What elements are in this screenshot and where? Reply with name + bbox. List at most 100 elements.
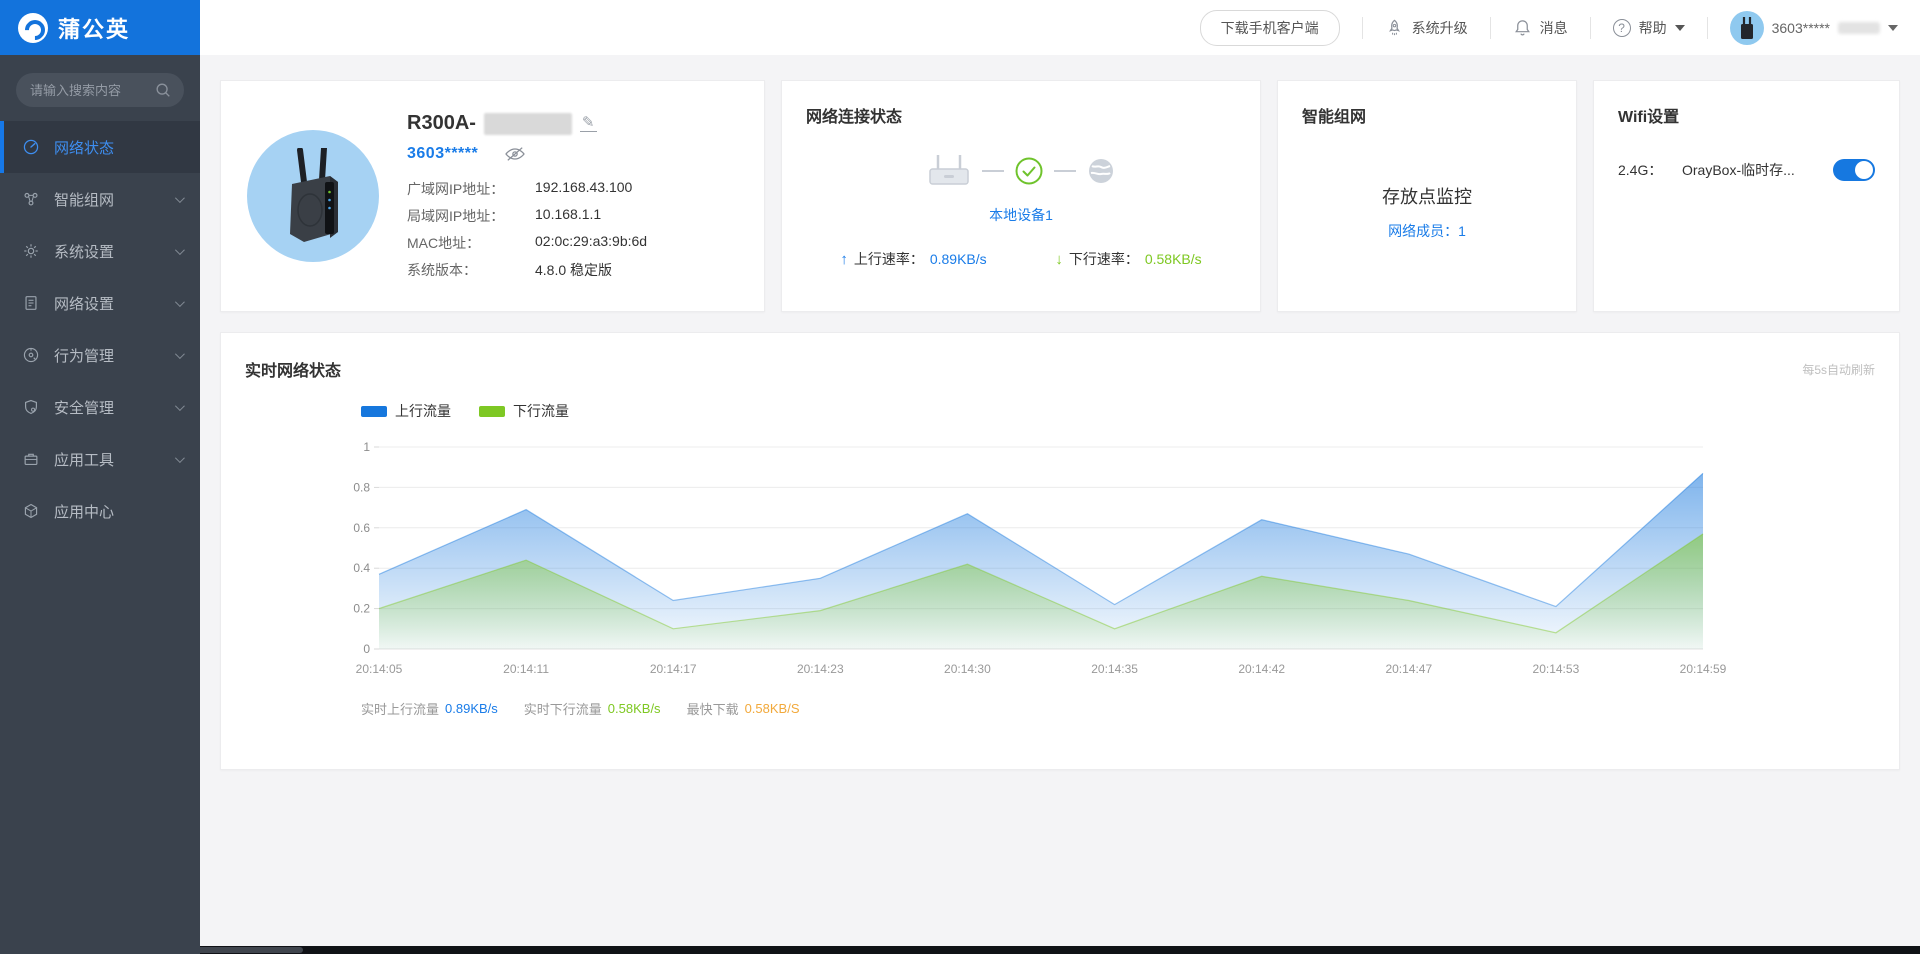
svg-text:0.8: 0.8 [353, 480, 370, 494]
legend-upload: 上行流量 [361, 401, 451, 421]
sidebar-item-label: 应用中心 [54, 503, 115, 521]
gear-icon [24, 244, 38, 258]
uplink-rate: ↑ 上行速率： 0.89KB/s [840, 250, 987, 268]
connection-rates: ↑ 上行速率： 0.89KB/s ↓ 下行速率： 0.58KB/s [806, 249, 1236, 269]
help-label: 帮助 [1638, 19, 1667, 36]
device-info-card: R300A- ✎ 3603***** 广域网IP地址： 192.168.43.1… [220, 80, 765, 312]
svg-text:20:14:35: 20:14:35 [1091, 662, 1138, 676]
messages-label: 消息 [1539, 19, 1568, 36]
messages-button[interactable]: 消息 [1513, 18, 1568, 38]
svg-text:20:14:42: 20:14:42 [1238, 662, 1285, 676]
sidebar-item-app-tools[interactable]: 应用工具 [0, 433, 200, 485]
svg-text:1: 1 [363, 440, 370, 454]
doc-icon [25, 296, 37, 310]
system-upgrade-label: 系统升级 [1411, 19, 1468, 36]
svg-text:0.2: 0.2 [353, 602, 370, 616]
caret-down-icon [1888, 24, 1898, 31]
help-menu[interactable]: ? 帮助 [1612, 18, 1685, 38]
sidebar-item-label: 网络状态 [54, 139, 115, 157]
eye-off-icon[interactable] [504, 145, 526, 163]
device-info: R300A- ✎ 3603***** 广域网IP地址： 192.168.43.1… [407, 112, 738, 280]
search-icon [156, 83, 170, 97]
chevron-down-icon [174, 296, 185, 307]
svg-text:0: 0 [363, 642, 370, 656]
sidebar-item-network-settings[interactable]: 网络设置 [0, 277, 200, 329]
account-menu[interactable]: 3603***** [1729, 10, 1898, 45]
sidebar-item-network-status[interactable]: 网络状态 [0, 121, 200, 173]
svg-text:20:14:17: 20:14:17 [650, 662, 697, 676]
brand-logo-icon [18, 12, 48, 43]
device-name-redacted [483, 112, 572, 135]
card-title: 智能组网 [1302, 109, 1367, 126]
chevron-down-icon [174, 400, 185, 411]
svg-text:0.4: 0.4 [353, 561, 370, 575]
router-icon [929, 155, 969, 185]
wifi-band-label: 2.4G： [1618, 162, 1663, 178]
brand-logo: 蒲公英 [0, 0, 200, 55]
refresh-note: 每5s自动刷新 [1802, 362, 1875, 377]
svg-text:20:14:23: 20:14:23 [797, 662, 844, 676]
card-title: Wifi设置 [1618, 109, 1680, 126]
horizontal-scrollbar [0, 946, 1920, 954]
account-name: 3603***** [1771, 19, 1830, 36]
horizontal-scrollbar-thumb[interactable] [185, 947, 303, 953]
chart-title: 实时网络状态 [245, 363, 342, 380]
behavior-icon [23, 347, 39, 363]
svg-text:20:14:05: 20:14:05 [356, 662, 403, 676]
sidebar-item-app-center[interactable]: 应用中心 [0, 485, 200, 537]
rocket-icon [1388, 19, 1400, 36]
sidebar-item-security-management[interactable]: 安全管理 [0, 381, 200, 433]
briefcase-icon [24, 453, 38, 465]
chevron-down-icon [174, 192, 185, 203]
account-name-redacted [1838, 21, 1880, 34]
sidebar-item-label: 应用工具 [54, 451, 115, 469]
downlink-rate: ↓ 下行速率： 0.58KB/s [1055, 250, 1202, 268]
main-content: R300A- ✎ 3603***** 广域网IP地址： 192.168.43.1… [200, 55, 1920, 946]
caret-down-icon [1674, 24, 1685, 31]
sidebar-item-smart-networking[interactable]: 智能组网 [0, 173, 200, 225]
connection-status-card: 网络连接状态 本地设备1 ↑ 上行速率： 0.89KB/s ↓ 下行速率： 0.… [781, 80, 1261, 312]
wifi-ssid: OrayBox-临时存... [1682, 162, 1795, 178]
system-upgrade-button[interactable]: 系统升级 [1385, 18, 1468, 38]
sidebar-item-behavior-management[interactable]: 行为管理 [0, 329, 200, 381]
network-members-link[interactable]: 网络成员：1 [1302, 221, 1552, 241]
up-arrow-icon: ↑ [840, 250, 848, 268]
header-divider [1706, 16, 1708, 39]
device-row-mac: MAC地址： 02:0c:29:a3:9b:6d [407, 233, 648, 251]
legend-swatch-upload [361, 405, 387, 417]
svg-text:20:14:59: 20:14:59 [1680, 662, 1727, 676]
device-image [247, 130, 379, 262]
svg-text:20:14:47: 20:14:47 [1385, 662, 1432, 676]
stat-realtime-upload: 实时上行流量 0.89KB/s [361, 701, 498, 717]
device-detail-rows: 广域网IP地址： 192.168.43.100 局域网IP地址： 10.168.… [407, 179, 738, 280]
shield-icon [25, 399, 37, 415]
app-center-icon [24, 503, 38, 519]
uplink-rate-value: 0.89KB/s [929, 251, 987, 267]
sidebar-item-label: 网络设置 [54, 295, 115, 313]
local-device-link[interactable]: 本地设备1 [806, 205, 1236, 225]
chevron-down-icon [174, 348, 185, 359]
svg-text:20:14:30: 20:14:30 [944, 662, 991, 676]
sidebar-item-label: 行为管理 [54, 347, 115, 365]
wifi-toggle[interactable] [1833, 159, 1875, 181]
wifi-2g-row: 2.4G： OrayBox-临时存... [1618, 159, 1875, 181]
down-arrow-icon: ↓ [1055, 250, 1063, 268]
realtime-network-card: 实时网络状态 每5s自动刷新 上行流量 下行流量 0 0.2 0.4 0.6 0.8 1 2… [220, 332, 1900, 770]
connector-line [1054, 170, 1076, 172]
check-circle-icon [1015, 157, 1043, 185]
connector-line [982, 170, 1004, 172]
globe-icon [1089, 159, 1113, 183]
summary-cards-row: R300A- ✎ 3603***** 广域网IP地址： 192.168.43.1… [220, 80, 1900, 312]
router-admin-app: 蒲公英 网络状态 [0, 0, 1920, 954]
stat-realtime-download: 实时下行流量 0.58KB/s [523, 701, 661, 717]
sidebar-item-system-settings[interactable]: 系统设置 [0, 225, 200, 277]
bell-icon [1514, 20, 1530, 36]
edit-icon[interactable]: ✎ [579, 115, 597, 132]
avatar [1729, 10, 1764, 45]
router-avatar-icon [1740, 16, 1753, 39]
download-mobile-client-button[interactable]: 下载手机客户端 [1199, 9, 1340, 46]
dashboard-icon [23, 139, 39, 155]
device-row-version: 系统版本： 4.8.0 稳定版 [407, 262, 613, 278]
mesh-icon [24, 192, 38, 206]
header-divider [1589, 16, 1591, 39]
